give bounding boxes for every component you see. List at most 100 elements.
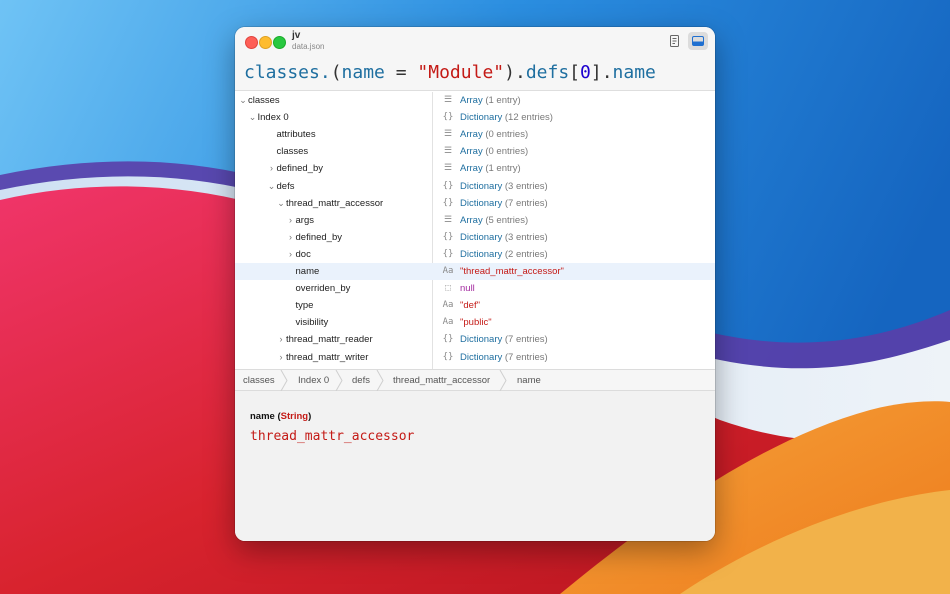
chevron-right-icon[interactable]: › [286,246,296,263]
tree-row[interactable]: ⌄ defs {} Dictionary (3 entries) [235,178,715,195]
value-count: (7 entries) [504,352,548,363]
query-token: defs [525,62,570,83]
tree-key: Index 0 [257,112,289,123]
chevron-down-icon[interactable]: ⌄ [267,178,277,195]
tree-value: Dictionary (7 entries) [460,195,548,212]
string-icon: Aa [442,300,454,310]
chevron-right-icon[interactable]: › [276,331,286,348]
tree-key: thread_mattr_reader [286,334,373,345]
tree-row[interactable]: › thread_mattr_writer {} Dictionary (7 entr… [235,349,715,366]
tree-key: thread_mattr_accessor [286,198,384,209]
query-token: ] [590,62,602,83]
dictionary-icon: {} [442,232,454,242]
dictionary-icon: {} [442,198,454,208]
breadcrumb-item[interactable]: thread_mattr_accessor [393,370,490,392]
breadcrumb-item[interactable]: defs [352,370,370,392]
json-tree[interactable]: ⌄ classes ☰ Array (1 entry) ⌄ Index 0{} Dictio… [235,92,715,369]
query-token: "Module" [417,62,505,83]
value-type: Dictionary [460,249,503,260]
breadcrumb-item[interactable]: name [517,370,541,392]
tree-value: Array (0 entries) [460,143,528,160]
value-type: Dictionary [460,334,503,345]
chevron-down-icon[interactable]: ⌄ [238,92,248,109]
chevron-right-icon[interactable]: › [276,349,286,366]
dictionary-icon: {} [442,352,454,362]
value-type: Dictionary [460,232,503,243]
jv-window: jv data.json classes.(name = "Module").d… [235,27,715,541]
breadcrumb-item[interactable]: Index 0 [298,370,329,392]
minimize-button[interactable] [259,36,272,49]
chevron-down-icon[interactable]: ⌄ [248,109,258,126]
tree-row[interactable]: ⌄ thread_mattr_accessor {} Dictionary (7 en… [235,195,715,212]
tree-value: Dictionary (12 entries) [460,109,553,126]
chevron-right-icon[interactable]: › [267,160,277,177]
tree-key: classes [248,95,280,106]
string-icon: Aa [442,266,454,276]
detail-value[interactable]: thread_mattr_accessor [250,429,414,444]
tree-row[interactable]: › thread_mattr_reader {} Dictionary (7 entr… [235,331,715,348]
tree-row[interactable]: name Aa "thread_mattr_accessor" [235,263,715,280]
breadcrumb-separator-icon [335,370,343,391]
tree-row[interactable]: type Aa "def" [235,297,715,314]
string-icon: Aa [442,317,454,327]
value-type: Array [460,215,483,226]
sidebar-bottom-icon [692,36,704,46]
tree-key: visibility [295,317,329,328]
breadcrumb-item[interactable]: classes [243,370,275,392]
tree-key: defined_by [276,163,323,174]
query-token: ( [330,62,342,83]
string-value: "def" [460,300,480,311]
value-count: (7 entries) [504,334,548,345]
tree-row[interactable]: › defined_by {} Dictionary (3 entries) [235,229,715,246]
breadcrumb-separator-icon [280,370,288,391]
tree-row[interactable]: ⌄ classes ☰ Array (1 entry) [235,92,715,109]
tree-row[interactable]: attributes ☰ Array (0 entries) [235,126,715,143]
query-token: 0 [580,62,591,83]
dictionary-icon: {} [442,181,454,191]
breadcrumb: classes Index 0 defs thread_mattr_accessor n… [235,369,715,391]
tree-row[interactable]: › args ☰ Array (5 entries) [235,212,715,229]
chevron-right-icon[interactable]: › [286,212,296,229]
toggle-detail-panel-button[interactable] [688,32,708,50]
query-token: [ [569,62,581,83]
tree-value: Array (5 entries) [460,212,528,229]
tree-key: defs [276,181,295,192]
detail-type: String [280,411,309,422]
document-button[interactable] [664,32,684,50]
tree-row[interactable]: › defined_by ☰ Array (1 entry) [235,160,715,177]
query-token: classes. [244,62,331,83]
dictionary-icon: {} [442,249,454,259]
null-value: null [460,283,475,294]
array-icon: ☰ [443,95,453,105]
tree-row[interactable]: visibility Aa "public" [235,314,715,331]
tree-row[interactable]: ⌄ Index 0 {} Dictionary (12 entries) [235,109,715,126]
value-count: (3 entries) [504,181,548,192]
tree-key: thread_mattr_writer [286,352,369,363]
zoom-button[interactable] [273,36,286,49]
value-count: (1 entry) [485,95,521,106]
value-type: Array [460,146,483,157]
window-title: jv [292,30,301,41]
query-token: name [612,62,656,83]
array-icon: ☰ [443,163,453,173]
query-token: . [514,62,526,83]
query-token: = [384,62,418,83]
tree-value: Dictionary (2 entries) [460,246,548,263]
title-bar[interactable]: jv data.json [235,27,715,55]
query-input[interactable]: classes.(name = "Module").defs[0].name [235,55,715,91]
close-button[interactable] [245,36,258,49]
chevron-right-icon[interactable]: › [286,229,296,246]
dictionary-icon: {} [442,112,454,122]
value-count: (5 entries) [485,215,529,226]
breadcrumb-separator-icon [499,370,507,391]
tree-row[interactable]: › doc {} Dictionary (2 entries) [235,246,715,263]
document-icon [669,35,679,47]
string-value: "thread_mattr_accessor" [460,266,564,277]
tree-row[interactable]: overriden_by ⬚ null [235,280,715,297]
tree-row[interactable]: classes ☰ Array (0 entries) [235,143,715,160]
tree-key: classes [276,146,309,157]
tree-value: Dictionary (3 entries) [460,229,548,246]
value-count: (0 entries) [485,146,529,157]
chevron-down-icon[interactable]: ⌄ [276,195,286,212]
value-type: Array [460,163,483,174]
